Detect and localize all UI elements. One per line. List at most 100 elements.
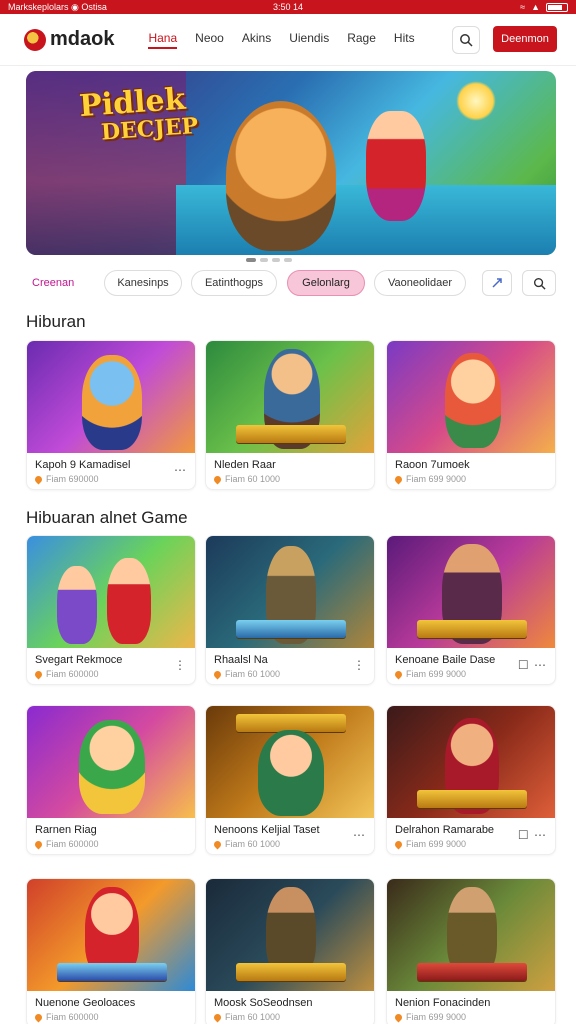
hero-mascot-art	[226, 101, 336, 251]
pagination-dot[interactable]	[284, 258, 292, 262]
flame-icon	[393, 474, 404, 484]
flame-icon	[33, 1012, 44, 1022]
header-cta-button[interactable]: Deenmon	[493, 26, 557, 52]
game-card[interactable]: Raoon 7umoek Fiam 699 9000	[386, 340, 556, 490]
status-app-label: Markskeplolars ◉ Ostisa	[8, 1, 107, 12]
hero-title: Pidlek DECJEP	[78, 81, 199, 146]
game-thumbnail	[387, 879, 555, 991]
hero-pagination	[246, 258, 292, 262]
top-header: mdaok Hana Neoo Akins Uiendis Rage Hits …	[0, 14, 576, 66]
game-meta: Fiam 60 1000	[206, 666, 374, 679]
main-nav: Hana Neoo Akins Uiendis Rage Hits	[148, 31, 415, 49]
game-thumbnail	[27, 536, 195, 648]
game-title: Nenion Fonacinden	[395, 997, 491, 1009]
signal-icon: ▲	[531, 2, 540, 12]
game-thumbnail	[27, 879, 195, 991]
pagination-dot[interactable]	[246, 258, 256, 262]
nav-item-hana[interactable]: Hana	[148, 31, 178, 49]
game-title: Rarnen Riag	[35, 824, 97, 836]
battery-icon	[546, 2, 568, 12]
game-title: Rhaalsl Na	[214, 654, 268, 666]
game-card[interactable]: Nenion Fonacinden Fiam 699 9000	[386, 878, 556, 1024]
game-title: Kapoh 9 Kamadisel	[35, 459, 131, 471]
game-meta: Fiam 600000	[27, 1009, 195, 1022]
game-thumbnail	[206, 879, 374, 991]
game-meta: Fiam 60 1000	[206, 471, 374, 484]
section-title-hiburan-online-game: Hibuaran alnet Game	[26, 508, 188, 527]
nav-item-uiendis[interactable]: Uiendis	[289, 31, 329, 49]
flame-icon	[212, 1012, 223, 1022]
game-thumbnail	[387, 341, 555, 453]
chip-kanesinps[interactable]: Kanesinps	[104, 270, 182, 296]
search-icon	[533, 277, 546, 290]
chip-vaoneolidaer[interactable]: Vaoneolidaer	[374, 270, 466, 296]
more-options-icon[interactable]: ☐ ⋯	[518, 658, 547, 672]
flame-icon	[33, 474, 44, 484]
game-title: Raoon 7umoek	[395, 459, 470, 471]
more-options-icon[interactable]: ☐ ⋯	[518, 828, 547, 842]
nav-item-akins[interactable]: Akins	[242, 31, 271, 49]
flame-icon	[393, 1012, 404, 1022]
game-thumbnail	[206, 706, 374, 818]
logo-emblem-icon	[24, 28, 46, 51]
header-search-button[interactable]	[452, 26, 480, 54]
flame-icon	[212, 669, 223, 679]
pagination-dot[interactable]	[272, 258, 280, 262]
game-title: Nenoons Keljial Taset	[214, 824, 320, 836]
flame-icon	[393, 669, 404, 679]
hero-character-art	[366, 111, 426, 221]
game-card[interactable]: Nenoons Keljial Taset Fiam 60 1000 ⋯	[205, 705, 375, 855]
flame-icon	[33, 839, 44, 849]
game-card[interactable]: Svegart Rekmoce Fiam 600000 ⋮	[26, 535, 196, 685]
filter-button[interactable]	[482, 270, 512, 296]
search-icon	[460, 34, 473, 47]
flame-icon	[212, 839, 223, 849]
chip-gelonlarg[interactable]: Gelonlarg	[287, 270, 365, 296]
game-card[interactable]: Nleden Raar Fiam 60 1000	[205, 340, 375, 490]
flame-icon	[212, 474, 223, 484]
nav-item-neoo[interactable]: Neoo	[195, 31, 224, 49]
flame-icon	[33, 669, 44, 679]
game-thumbnail	[206, 341, 374, 453]
game-title: Moosk SoSeodnsen	[214, 997, 313, 1009]
more-options-icon[interactable]: ⋮	[174, 658, 187, 672]
more-options-icon[interactable]: ⋯	[353, 828, 366, 842]
game-thumbnail	[27, 341, 195, 453]
game-card[interactable]: Kapoh 9 Kamadisel Fiam 690000 ⋯	[26, 340, 196, 490]
game-thumbnail	[387, 536, 555, 648]
game-title: Svegart Rekmoce	[35, 654, 123, 666]
game-card[interactable]: Rhaalsl Na Fiam 60 1000 ⋮	[205, 535, 375, 685]
flame-icon	[393, 839, 404, 849]
wifi-icon: ≈	[520, 2, 526, 12]
game-title: Nleden Raar	[214, 459, 276, 471]
section-title-hiburan: Hiburan	[26, 312, 86, 331]
chip-eatinthogps[interactable]: Eatinthogps	[191, 270, 277, 296]
more-options-icon[interactable]: ⋮	[353, 658, 366, 672]
pagination-dot[interactable]	[260, 258, 268, 262]
game-title: Nuenone Geoloaces	[35, 997, 136, 1009]
game-card[interactable]: Rarnen Riag Fiam 600000	[26, 705, 196, 855]
logo-text: mdaok	[50, 28, 115, 50]
game-meta: Fiam 699 9000	[387, 471, 555, 484]
hero-banner[interactable]: Pidlek DECJEP	[26, 71, 556, 255]
chips-search-button[interactable]	[522, 270, 556, 296]
brand-logo[interactable]: mdaok	[24, 28, 114, 51]
hero-sun-art	[456, 81, 496, 121]
filter-icon	[492, 278, 502, 288]
game-card[interactable]: Delrahon Ramarabe Fiam 699 9000 ☐ ⋯	[386, 705, 556, 855]
game-card[interactable]: Kenoane Baile Dase Fiam 699 9000 ☐ ⋯	[386, 535, 556, 685]
nav-item-hits[interactable]: Hits	[394, 31, 415, 49]
status-bar: Markskeplolars ◉ Ostisa 3:50 14 ≈ ▲	[0, 0, 576, 14]
chip-creenan[interactable]: Creenan	[32, 270, 102, 296]
game-meta: Fiam 699 9000	[387, 1009, 555, 1022]
game-card[interactable]: Nuenone Geoloaces Fiam 600000	[26, 878, 196, 1024]
game-meta: Fiam 60 1000	[206, 1009, 374, 1022]
game-meta: Fiam 600000	[27, 836, 195, 849]
game-thumbnail	[27, 706, 195, 818]
more-options-icon[interactable]: ⋯	[174, 463, 187, 477]
nav-item-rage[interactable]: Rage	[347, 31, 376, 49]
game-meta: Fiam 60 1000	[206, 836, 374, 849]
game-thumbnail	[387, 706, 555, 818]
game-card[interactable]: Moosk SoSeodnsen Fiam 60 1000	[205, 878, 375, 1024]
category-chips: Creenan Kanesinps Eatinthogps Gelonlarg …	[26, 270, 556, 298]
